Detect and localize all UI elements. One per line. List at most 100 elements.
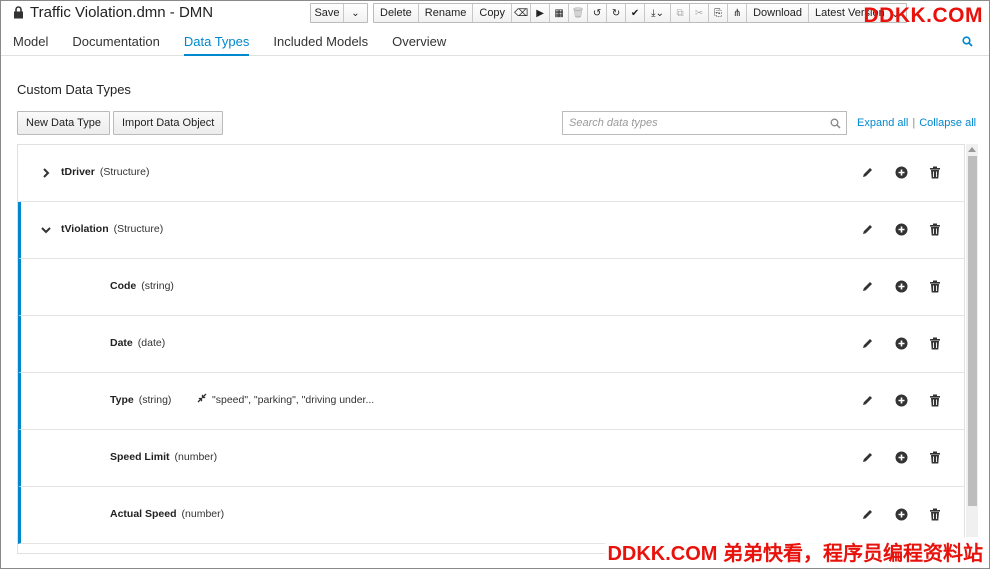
trash-icon[interactable] (928, 165, 942, 179)
clear-button[interactable]: ⌫ (512, 4, 532, 22)
copy-icon: ⧉ (676, 7, 684, 19)
scroll-up-arrow-icon[interactable] (968, 147, 976, 152)
lock-icon (13, 6, 24, 19)
trash-icon[interactable] (928, 450, 942, 464)
chevron-down-icon[interactable] (40, 223, 52, 235)
expand-all-link[interactable]: Expand all (857, 117, 908, 129)
plus-circle-icon[interactable] (894, 507, 908, 521)
data-type-row-tdriver[interactable]: tDriver (Structure) (18, 145, 964, 202)
run-button[interactable]: ▶ (531, 4, 551, 22)
delete-button[interactable]: Delete (374, 4, 419, 22)
undo-button[interactable]: ↺ (588, 4, 608, 22)
download-button[interactable]: Download (747, 4, 809, 22)
scissors-icon: ✂ (694, 7, 704, 19)
data-type-name: Speed Limit (110, 451, 170, 463)
edit-group: Delete Rename Copy ⌫ ▶ ▦ 🗑 ↺ ↻ ✔ ⤓⌄ ⧉ ✂ … (373, 3, 907, 23)
data-type-name: Date (110, 337, 133, 349)
plus-circle-icon[interactable] (894, 450, 908, 464)
data-type-row-type[interactable]: Type (string) "speed", "parking", "drivi… (18, 373, 964, 430)
copy-icon-button[interactable]: ⧉ (671, 4, 691, 22)
section-title: Custom Data Types (17, 82, 131, 97)
data-type-kind: (Structure) (99, 166, 150, 178)
data-type-kind: (string) (138, 394, 172, 406)
data-type-name: tDriver (61, 166, 95, 178)
data-type-label: Date (date) (110, 337, 165, 349)
pencil-icon[interactable] (860, 507, 874, 521)
save-dropdown-button[interactable]: ⌄ (344, 4, 367, 22)
tab-included-models[interactable]: Included Models (273, 26, 368, 56)
trash-icon[interactable] (928, 336, 942, 350)
pencil-icon[interactable] (860, 336, 874, 350)
hierarchy-button[interactable]: ⋔ (728, 4, 748, 22)
constraint-summary[interactable]: "speed", "parking", "driving under... (197, 393, 374, 406)
watermark-bottom: DDKK.COM 弟弟快看，程序员编程资料站 (605, 537, 985, 566)
trash-icon[interactable] (928, 222, 942, 236)
trash-toolbar-button[interactable]: 🗑 (569, 4, 589, 22)
row-actions (860, 507, 942, 521)
row-actions (860, 336, 942, 350)
trash-icon[interactable] (928, 279, 942, 293)
plus-circle-icon[interactable] (894, 279, 908, 293)
pencil-icon[interactable] (860, 165, 874, 179)
data-type-kind: (number) (174, 451, 218, 463)
save-button[interactable]: Save (311, 4, 344, 22)
plus-circle-icon[interactable] (894, 165, 908, 179)
redo-button[interactable]: ↻ (607, 4, 627, 22)
pencil-icon[interactable] (860, 450, 874, 464)
grid-button[interactable]: ▦ (550, 4, 570, 22)
pencil-icon[interactable] (860, 393, 874, 407)
plus-circle-icon[interactable] (894, 393, 908, 407)
data-type-row-code[interactable]: Code (string) (18, 259, 964, 316)
import-data-object-button[interactable]: Import Data Object (113, 111, 224, 135)
download-icon: ⤓⌄ (651, 7, 664, 19)
pencil-icon[interactable] (860, 222, 874, 236)
editor-tabs: Model Documentation Data Types Included … (1, 26, 989, 56)
new-data-type-button[interactable]: New Data Type (17, 111, 111, 135)
row-actions (860, 450, 942, 464)
plus-circle-icon[interactable] (894, 336, 908, 350)
list-scrollbar[interactable] (966, 144, 978, 554)
tab-data-types[interactable]: Data Types (183, 26, 250, 56)
paste-button[interactable]: ⎘ (709, 4, 729, 22)
link-separator: | (912, 117, 916, 129)
tab-model[interactable]: Model (13, 26, 48, 56)
scrollbar-thumb[interactable] (968, 156, 977, 506)
data-type-row-tviolation[interactable]: tViolation (Structure) (18, 202, 964, 259)
data-type-name: Type (110, 394, 134, 406)
data-type-name: Code (110, 280, 137, 292)
rename-button[interactable]: Rename (418, 4, 474, 22)
search-data-types-box (562, 111, 847, 135)
trash-icon[interactable] (928, 507, 942, 521)
trash-icon: 🗑 (571, 7, 585, 19)
chevron-right-icon[interactable] (40, 166, 52, 178)
data-type-row-date[interactable]: Date (date) (18, 316, 964, 373)
export-button[interactable]: ⤓⌄ (645, 4, 672, 22)
tab-documentation[interactable]: Documentation (72, 26, 159, 56)
trash-icon[interactable] (928, 393, 942, 407)
title-bar: Traffic Violation.dmn - DMN Save ⌄ Delet… (1, 1, 989, 27)
row-actions (860, 222, 942, 236)
tab-overview[interactable]: Overview (392, 26, 446, 56)
search-icon[interactable] (824, 118, 846, 129)
data-type-row-actual-speed[interactable]: Actual Speed (number) (18, 487, 964, 544)
data-type-row-speed-limit[interactable]: Speed Limit (number) (18, 430, 964, 487)
data-type-name: Actual Speed (110, 508, 177, 520)
validate-button[interactable]: ✔ (626, 4, 646, 22)
check-icon: ✔ (630, 7, 640, 19)
search-icon[interactable] (962, 34, 973, 52)
search-data-types-input[interactable] (563, 112, 824, 134)
data-type-label: tDriver (Structure) (61, 166, 149, 178)
data-type-kind: (number) (181, 508, 225, 520)
collapse-all-link[interactable]: Collapse all (919, 117, 976, 129)
data-type-kind: (string) (141, 280, 174, 292)
window-title: Traffic Violation.dmn - DMN (13, 4, 213, 21)
expand-collapse-links: Expand all | Collapse all (857, 117, 976, 129)
data-type-label: Actual Speed (number) (110, 508, 224, 520)
plus-circle-icon[interactable] (894, 222, 908, 236)
copy-button[interactable]: Copy (473, 4, 513, 22)
cut-button[interactable]: ✂ (690, 4, 710, 22)
compress-icon (197, 393, 207, 406)
watermark-top: DDKK.COM (863, 4, 983, 27)
editor-toolbar: Save ⌄ Delete Rename Copy ⌫ ▶ ▦ 🗑 ↺ ↻ ✔ … (310, 3, 912, 23)
pencil-icon[interactable] (860, 279, 874, 293)
